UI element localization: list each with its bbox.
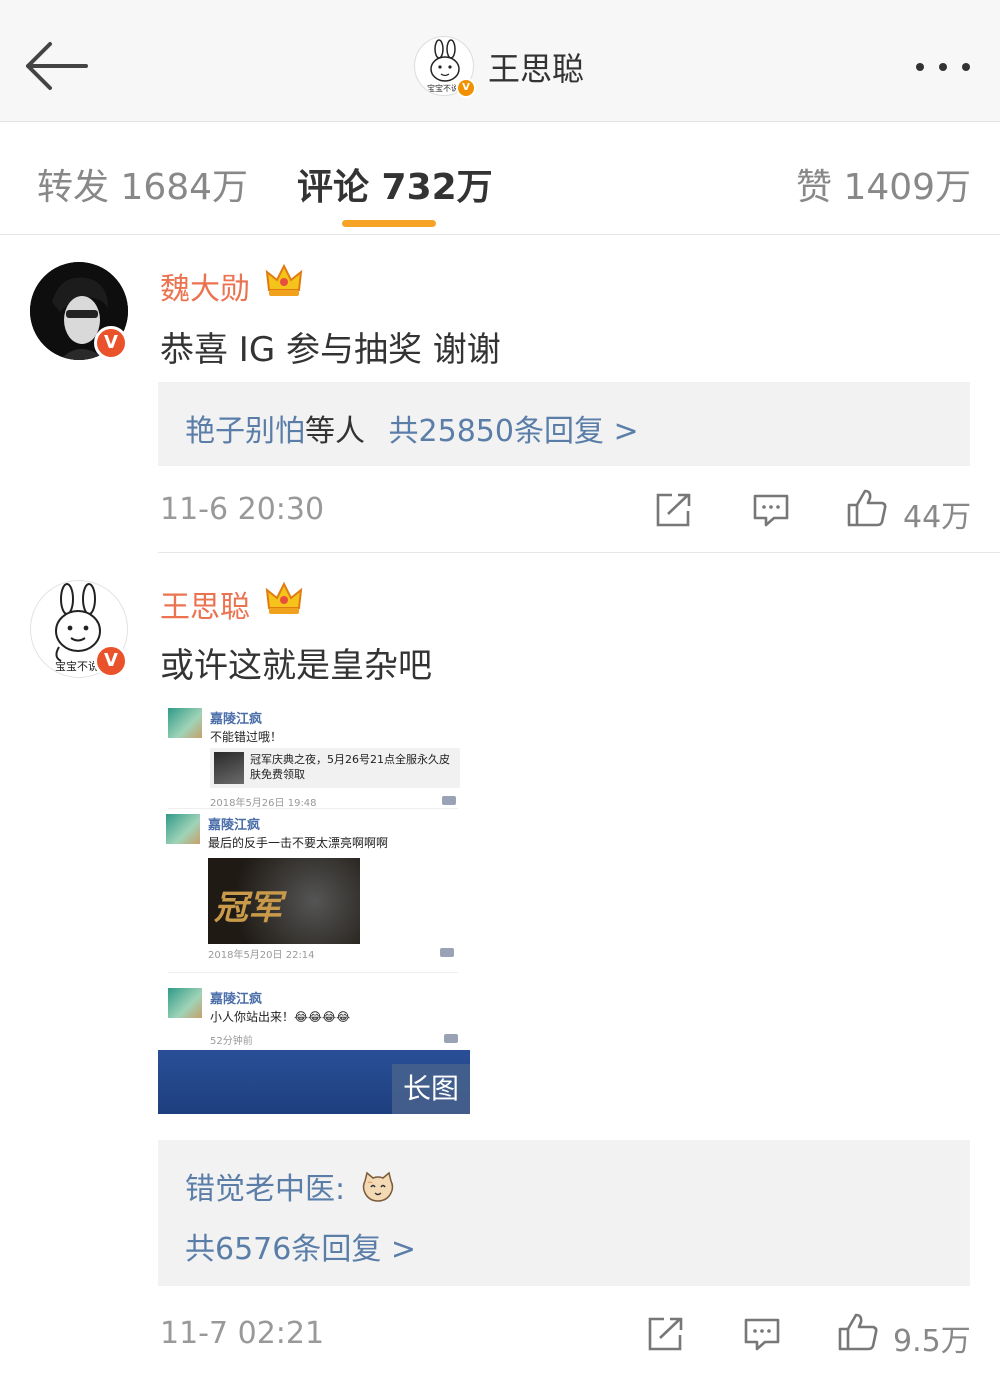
crown-badge-icon[interactable] [265,262,303,300]
comment-item: 宝宝不说 V 王思聪 或许这就是皇杂吧 嘉陵江疯 不能错过哦！ 冠军庆典之夜，5… [0,554,1000,1381]
reply-user-link[interactable]: 错觉老中医: [185,1172,345,1207]
chat-text: 小人你站出来！😂😂😂😂 [210,1010,351,1024]
long-image-continuation: 长图 [158,1050,470,1114]
card-thumbnail [214,752,244,784]
chat-sender: 嘉陵江疯 [208,818,261,833]
comment-username[interactable]: 魏大勋 [160,264,250,308]
verified-icon: V [94,326,128,360]
comment-icon[interactable] [752,492,790,528]
divider [168,972,458,973]
chat-text: 最后的反手一击不要太漂亮啊啊啊 [208,836,389,850]
like-count: 44万 [903,500,972,535]
verified-icon: V [456,78,476,98]
comment-icon[interactable] [743,1316,781,1352]
reply-user-link[interactable]: 艳子别怕 [185,414,305,449]
chat-avatar [168,988,202,1018]
chat-time: 52分钟前 [210,1036,253,1047]
comment-username[interactable]: 王思聪 [160,582,250,626]
chat-text: 不能错过哦！ [210,730,283,744]
reply-connector-text: 等人 [305,414,365,449]
reply-preview-line[interactable]: 错觉老中医: [185,1164,395,1211]
tab-comments[interactable]: 评论 732万 [297,158,493,210]
chat-avatar [166,814,200,844]
tab-likes[interactable]: 赞 1409万 [796,158,971,210]
comment-time: 11-7 02:21 [160,1316,325,1351]
crown-badge-icon[interactable] [265,580,303,618]
comment-item: V 魏大勋 恭喜 IG 参与抽奖 谢谢 艳子别怕等人 共25850条回复 > 1… [0,236,1000,554]
tab-bar: 转发 1684万 评论 732万 赞 1409万 [0,122,1000,235]
comment-time: 11-6 20:30 [160,492,325,527]
long-image-badge: 长图 [392,1064,470,1114]
divider [158,552,1000,553]
verified-icon: V [94,644,128,678]
reply-preview-box[interactable]: 错觉老中医: 共6576条回复 > [158,1140,970,1286]
reply-preview-line[interactable]: 艳子别怕等人 共25850条回复 > [185,406,639,450]
repost-icon[interactable] [654,492,692,528]
chat-sender: 嘉陵江疯 [210,712,263,727]
top-bar: 宝宝不说 V 王思聪 [0,0,1000,122]
comment-text: 恭喜 IG 参与抽奖 谢谢 [160,330,501,370]
like-count: 9.5万 [893,1324,971,1359]
chat-comment-icon [440,948,454,957]
divider [168,808,458,809]
chat-avatar [168,708,202,738]
page-title: 王思聪 [488,50,585,88]
chat-time: 2018年5月20日 22:14 [208,950,315,961]
poster-title: 冠军 [214,888,282,928]
card-text: 冠军庆典之夜，5月26号21点全服永久皮肤免费领取 [250,753,450,781]
active-tab-indicator [342,220,436,227]
chat-link-card: 冠军庆典之夜，5月26号21点全服永久皮肤免费领取 [210,748,460,788]
more-options-icon[interactable] [910,50,976,84]
back-arrow-icon[interactable] [22,36,92,96]
reply-count-link[interactable]: 共6576条回复 > [185,1224,416,1268]
champion-poster-image: 冠军 [208,858,360,944]
repost-icon[interactable] [646,1316,684,1352]
avatar-caption: 宝宝不说 [55,660,99,673]
tab-reposts[interactable]: 转发 1684万 [37,158,248,210]
chat-sender: 嘉陵江疯 [210,992,263,1007]
cat-emoji-icon [361,1171,395,1211]
chat-comment-icon [444,1034,458,1043]
reply-count-link[interactable]: 共25850条回复 > [389,414,639,449]
reply-preview-box[interactable]: 艳子别怕等人 共25850条回复 > [158,382,970,466]
chat-time: 2018年5月26日 19:48 [210,798,317,809]
long-image[interactable]: 嘉陵江疯 不能错过哦！ 冠军庆典之夜，5月26号21点全服永久皮肤免费领取 20… [158,700,470,1114]
comment-text: 或许这就是皇杂吧 [160,646,432,686]
chat-comment-icon [442,796,456,805]
like-icon[interactable] [846,488,888,528]
header-avatar-caption: 宝宝不说 [427,84,459,93]
like-icon[interactable] [837,1312,879,1352]
